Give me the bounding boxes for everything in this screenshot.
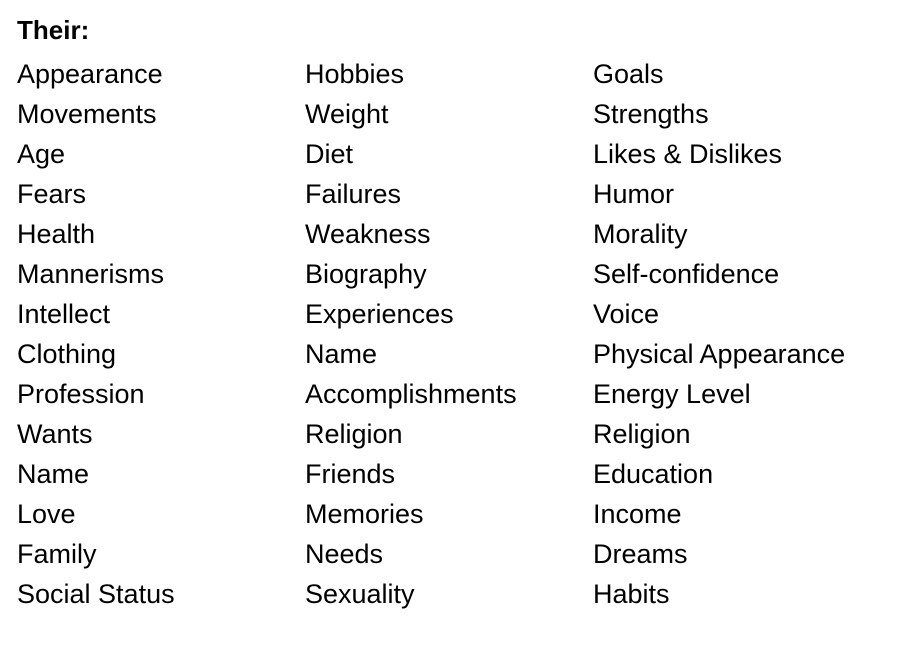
trait-item: Humor <box>593 179 675 209</box>
trait-item: Morality <box>593 219 688 249</box>
trait-item: Sexuality <box>305 579 415 609</box>
trait-item: Energy Level <box>593 379 751 409</box>
trait-item: Strengths <box>593 99 709 129</box>
trait-item: Name <box>305 339 378 369</box>
trait-item: Fears <box>17 179 87 209</box>
list-heading: Their: <box>17 15 90 45</box>
trait-item: Friends <box>305 459 396 489</box>
trait-item: Wants <box>17 419 93 449</box>
trait-item: Education <box>593 459 714 489</box>
trait-item: Dreams <box>593 539 688 569</box>
trait-item: Age <box>17 139 66 169</box>
trait-item: Income <box>593 499 682 529</box>
trait-column-1: Appearance Movements Age Fears Health Manneri… <box>17 54 175 614</box>
trait-item: Self-confidence <box>593 259 780 289</box>
trait-item: Movements <box>17 99 157 129</box>
trait-item: Voice <box>593 299 660 329</box>
trait-column-3: Goals Strengths Likes & Dislikes Humor Moral… <box>593 54 845 614</box>
trait-item: Profession <box>17 379 145 409</box>
trait-item: Clothing <box>17 339 117 369</box>
trait-item: Weight <box>305 99 389 129</box>
trait-item: Memories <box>305 499 424 529</box>
trait-item: Social Status <box>17 579 175 609</box>
trait-item: Physical Appearance <box>593 339 846 369</box>
trait-item: Habits <box>593 579 670 609</box>
trait-item: Intellect <box>17 299 111 329</box>
trait-item: Religion <box>593 419 691 449</box>
trait-item: Mannerisms <box>17 259 165 289</box>
trait-item: Experiences <box>305 299 454 329</box>
trait-item: Religion <box>305 419 403 449</box>
trait-item: Weakness <box>305 219 431 249</box>
trait-item: Hobbies <box>305 59 405 89</box>
trait-item: Appearance <box>17 59 163 89</box>
trait-item: Love <box>17 499 76 529</box>
trait-item: Health <box>17 219 96 249</box>
trait-item: Goals <box>593 59 664 89</box>
trait-item: Accomplishments <box>305 379 517 409</box>
trait-item: Family <box>17 539 97 569</box>
trait-column-2: Hobbies Weight Diet Failures Weakness Biograp… <box>305 54 517 614</box>
trait-item: Biography <box>305 259 427 289</box>
trait-item: Likes & Dislikes <box>593 139 783 169</box>
trait-item: Failures <box>305 179 402 209</box>
trait-item: Needs <box>305 539 384 569</box>
trait-item: Name <box>17 459 90 489</box>
trait-item: Diet <box>305 139 354 169</box>
